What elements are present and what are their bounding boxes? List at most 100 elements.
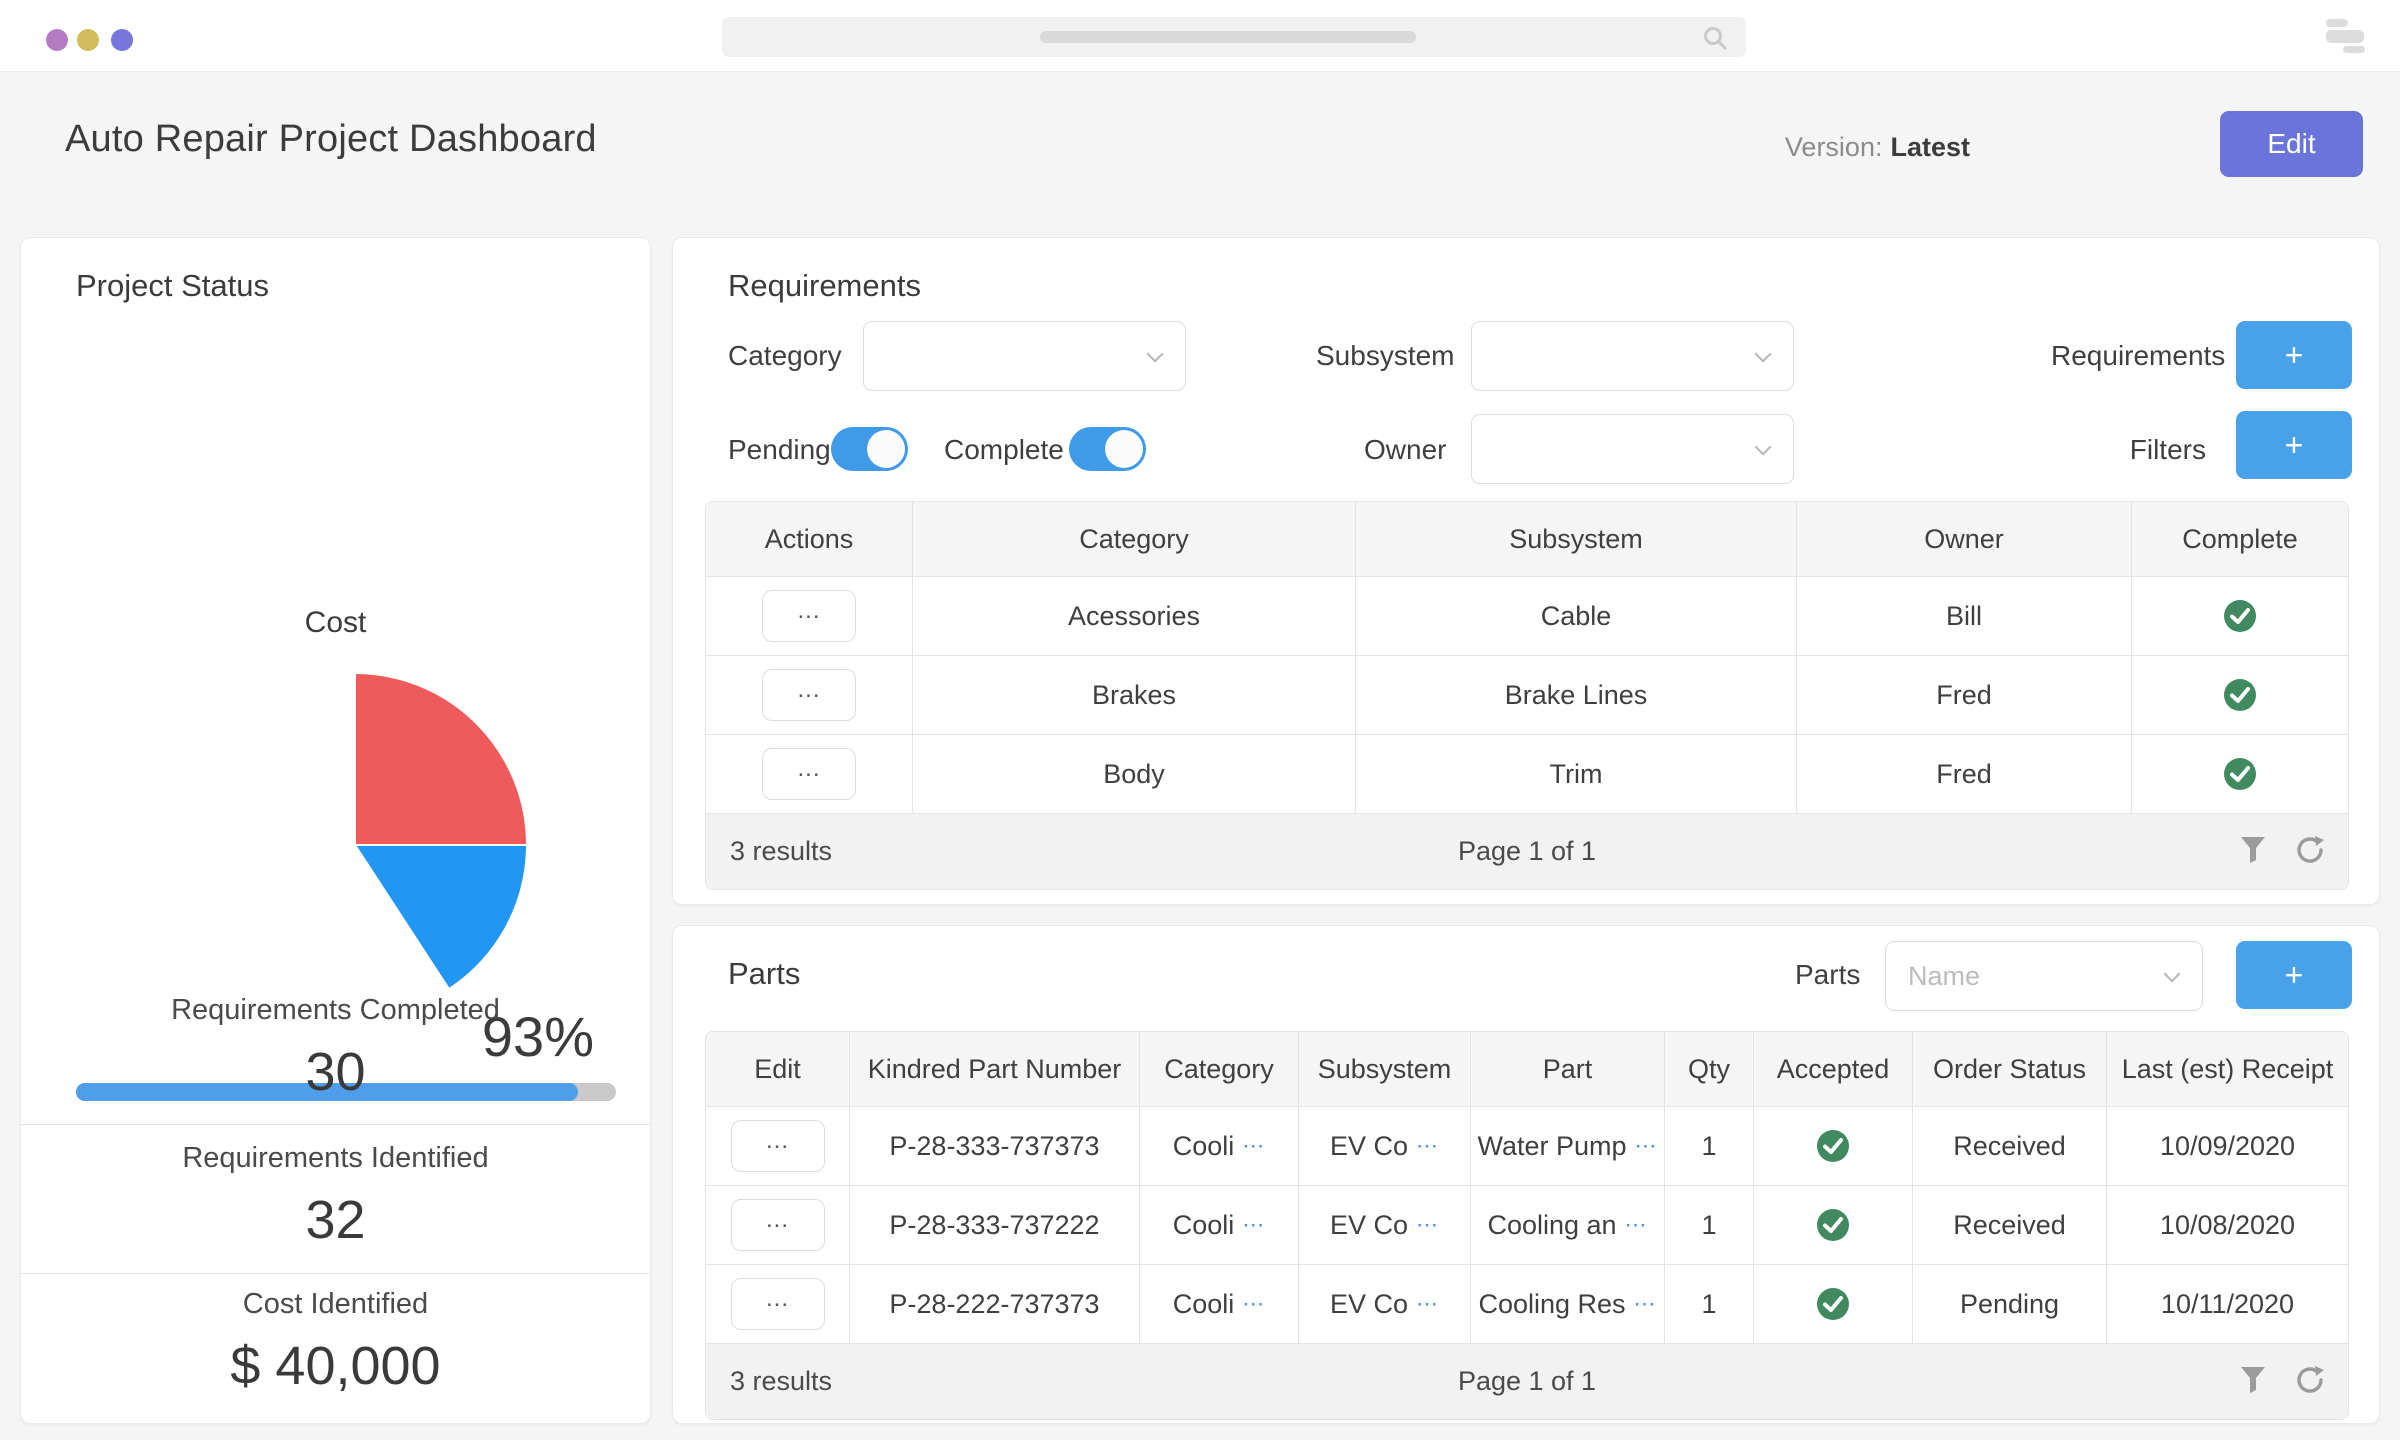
owner-filter-label: Owner (1364, 434, 1446, 466)
truncation-ellipsis: ⋯ (1635, 1133, 1658, 1159)
toggle-knob (1105, 430, 1143, 468)
project-status-panel: Project Status Cost 93% Requirements Com… (20, 237, 651, 1424)
divider (21, 1124, 650, 1125)
staggered-menu-icon[interactable] (2326, 18, 2366, 54)
column-header: Category (913, 502, 1356, 576)
parts-title: Parts (728, 956, 800, 992)
stat-value: 30 (21, 1041, 650, 1103)
filter-funnel-icon[interactable] (2238, 834, 2268, 866)
pending-toggle-label: Pending (728, 434, 831, 466)
check-circle-icon (1815, 1207, 1851, 1243)
category-dropdown[interactable] (863, 321, 1186, 391)
owner-dropdown[interactable] (1471, 414, 1794, 484)
truncation-ellipsis: ⋯ (1416, 1291, 1439, 1317)
part-number-cell: P-28-333-737373 (850, 1107, 1140, 1185)
requirements-title: Requirements (728, 268, 921, 304)
refresh-icon[interactable] (2294, 1364, 2326, 1396)
check-circle-icon (1815, 1286, 1851, 1322)
category-cell: Cooli⋯ (1140, 1186, 1299, 1264)
part-number-cell: P-28-222-737373 (850, 1265, 1140, 1343)
version-value: Latest (1890, 132, 1970, 162)
window-control-dot-3[interactable] (111, 29, 133, 51)
truncation-ellipsis: ⋯ (1242, 1291, 1265, 1317)
category-cell: Cooli⋯ (1140, 1107, 1299, 1185)
stat-value: $ 40,000 (21, 1335, 650, 1397)
window-control-dot-2[interactable] (77, 29, 99, 51)
column-header: Subsystem (1356, 502, 1797, 576)
column-header: Subsystem (1299, 1032, 1471, 1106)
complete-toggle[interactable] (1069, 427, 1146, 471)
check-circle-icon (2222, 598, 2258, 634)
parts-name-dropdown[interactable]: Name (1885, 941, 2203, 1011)
subsystem-filter-label: Subsystem (1316, 340, 1455, 372)
menu-bar-bottom (2343, 46, 2365, 53)
truncation-ellipsis: ⋯ (1242, 1212, 1265, 1238)
edit-button[interactable]: Edit (2220, 111, 2363, 177)
parts-selector-label: Parts (1795, 959, 1860, 991)
check-circle-icon (2222, 756, 2258, 792)
dropdown-placeholder: Name (1908, 961, 1980, 992)
truncation-ellipsis: ⋯ (1634, 1291, 1657, 1317)
row-actions-button[interactable]: ... (762, 748, 856, 800)
truncation-ellipsis: ⋯ (1242, 1133, 1265, 1159)
subsystem-cell: Trim (1356, 735, 1797, 813)
add-part-button[interactable]: + (2236, 941, 2352, 1009)
part-cell: Cooling an⋯ (1471, 1186, 1665, 1264)
requirements-table-footer: 3 results Page 1 of 1 (706, 813, 2348, 889)
filter-funnel-icon[interactable] (2238, 1364, 2268, 1396)
column-header: Qty (1665, 1032, 1754, 1106)
truncation-ellipsis: ⋯ (1625, 1212, 1648, 1238)
column-header: Category (1140, 1032, 1299, 1106)
pagination-text: Page 1 of 1 (706, 1366, 2348, 1397)
add-requirement-button[interactable]: + (2236, 321, 2352, 389)
project-status-title: Project Status (76, 268, 269, 304)
category-cell: Cooli⋯ (1140, 1265, 1299, 1343)
order-status-cell: Received (1913, 1107, 2107, 1185)
requirements-table: Actions Category Subsystem Owner Complet… (705, 501, 2349, 890)
column-header: Kindred Part Number (850, 1032, 1140, 1106)
stat-label: Requirements Completed (21, 994, 650, 1027)
part-number-cell: P-28-333-737222 (850, 1186, 1140, 1264)
add-filter-button[interactable]: + (2236, 411, 2352, 479)
column-header: Actions (706, 502, 913, 576)
column-header: Part (1471, 1032, 1665, 1106)
parts-table-footer: 3 results Page 1 of 1 (706, 1343, 2348, 1419)
cost-pie-chart (180, 670, 530, 1020)
part-cell: Cooling Res⋯ (1471, 1265, 1665, 1343)
column-header: Order Status (1913, 1032, 2107, 1106)
table-row: ... P-28-333-737222 Cooli⋯ EV Co⋯ Coolin… (706, 1185, 2348, 1264)
stat-value: 32 (21, 1189, 650, 1251)
row-actions-button[interactable]: ... (762, 669, 856, 721)
check-circle-icon (1815, 1128, 1851, 1164)
requirements-table-header: Actions Category Subsystem Owner Complet… (706, 502, 2348, 576)
pending-toggle[interactable] (831, 427, 908, 471)
owner-cell: Fred (1797, 656, 2132, 734)
column-header: Complete (2132, 502, 2348, 576)
table-row: ... Acessories Cable Bill (706, 576, 2348, 655)
red-slice (355, 673, 527, 845)
address-search-bar[interactable] (722, 17, 1746, 57)
subsystem-cell: Brake Lines (1356, 656, 1797, 734)
owner-cell: Bill (1797, 577, 2132, 655)
column-header: Edit (706, 1032, 850, 1106)
pie-chart-title: Cost (21, 606, 650, 640)
refresh-icon[interactable] (2294, 834, 2326, 866)
stat-label: Requirements Identified (21, 1142, 650, 1175)
row-edit-button[interactable]: ... (731, 1199, 825, 1251)
subsystem-cell: EV Co⋯ (1299, 1265, 1471, 1343)
stat-requirements-completed: Requirements Completed 30 (21, 994, 650, 1103)
complete-cell (2132, 656, 2348, 734)
chevron-down-icon (1147, 346, 1164, 363)
row-edit-button[interactable]: ... (731, 1120, 825, 1172)
subsystem-dropdown[interactable] (1471, 321, 1794, 391)
toggle-knob (867, 430, 905, 468)
category-filter-label: Category (728, 340, 842, 372)
row-edit-button[interactable]: ... (731, 1278, 825, 1330)
window-control-dot-1[interactable] (46, 29, 68, 51)
row-actions-button[interactable]: ... (762, 590, 856, 642)
pagination-text: Page 1 of 1 (706, 836, 2348, 867)
url-placeholder-line (1040, 31, 1416, 43)
category-cell: Acessories (913, 577, 1356, 655)
truncation-ellipsis: ⋯ (1416, 1133, 1439, 1159)
complete-toggle-label: Complete (944, 434, 1064, 466)
